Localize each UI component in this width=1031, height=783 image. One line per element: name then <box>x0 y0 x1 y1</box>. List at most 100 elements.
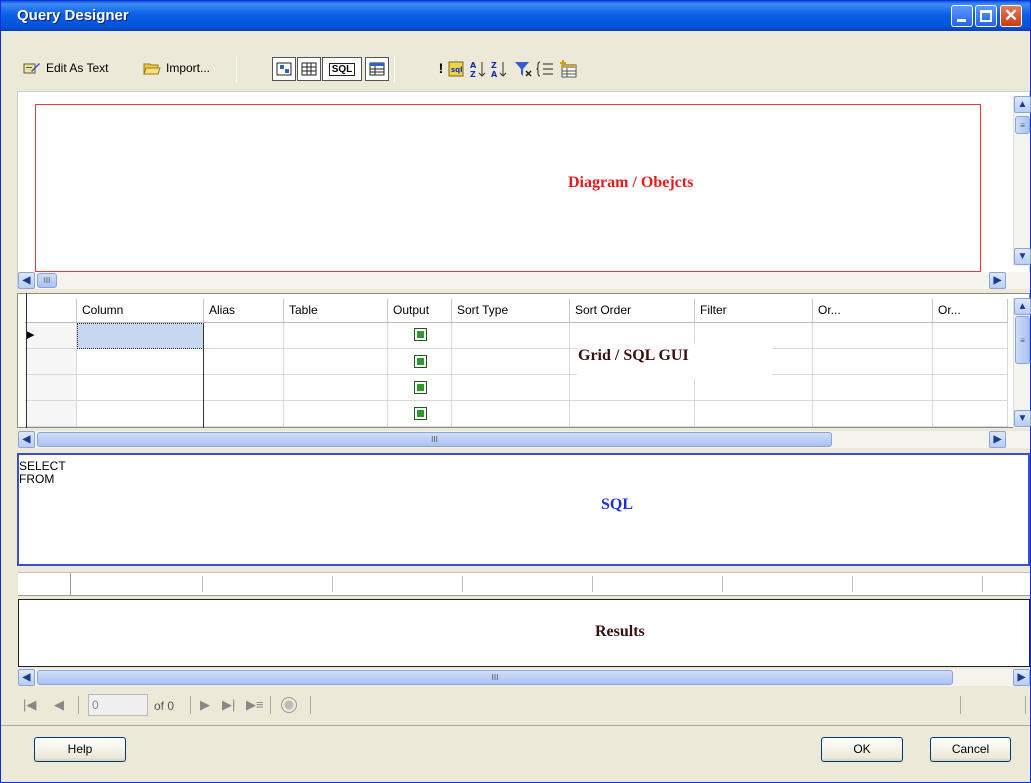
diagram-vertical-scrollbar[interactable]: ▲ ≡ ▼ <box>1013 96 1031 266</box>
first-record-icon[interactable]: |◀ <box>23 697 36 713</box>
grid-cell-alias[interactable] <box>204 349 284 375</box>
sort-ascending-icon[interactable]: A Z <box>468 59 488 79</box>
grid-cell-sort-type[interactable] <box>452 349 570 375</box>
diagram-pane[interactable]: Diagram / Obejcts <box>17 91 1030 289</box>
output-checkbox[interactable] <box>414 407 427 420</box>
next-record-icon[interactable]: ▶ <box>200 697 210 713</box>
svg-text:sql: sql <box>451 66 463 74</box>
grid-header-or-2[interactable]: Or... <box>933 299 1008 323</box>
grid-cell-column[interactable] <box>77 323 204 349</box>
grid-cell-or-1[interactable] <box>813 349 933 375</box>
grid-cell-table[interactable] <box>284 375 388 401</box>
show-results-pane-button[interactable] <box>365 57 389 81</box>
group-by-icon[interactable] <box>536 59 556 79</box>
grid-header-filter[interactable]: Filter <box>695 299 813 323</box>
grid-pane[interactable]: Column Alias Table Output Sort Type Sort… <box>17 293 1030 428</box>
grid-header-alias[interactable]: Alias <box>204 299 284 323</box>
grid-cell-table[interactable] <box>284 323 388 349</box>
minimize-button[interactable] <box>951 5 973 27</box>
sort-descending-icon[interactable]: Z A <box>489 59 509 79</box>
grid-cell-column[interactable] <box>77 401 204 427</box>
row-selector[interactable] <box>25 401 77 427</box>
scrollbar-thumb[interactable]: ≡ <box>1015 116 1030 134</box>
grid-cell-column[interactable] <box>77 375 204 401</box>
grid-cell-or-2[interactable] <box>933 323 1008 349</box>
scroll-left-button[interactable]: ◀ <box>18 272 35 289</box>
sql-pane[interactable]: SELECT FROM SQL <box>17 453 1030 566</box>
results-horizontal-scrollbar[interactable]: ◀ III ▶ <box>18 669 1030 686</box>
diagram-horizontal-scrollbar[interactable]: ◀ III ▶ <box>18 272 1030 289</box>
grid-header-table[interactable]: Table <box>284 299 388 323</box>
scrollbar-thumb[interactable]: III <box>37 670 953 685</box>
scroll-up-button[interactable]: ▲ <box>1014 298 1031 315</box>
scrollbar-thumb[interactable]: III <box>37 273 57 288</box>
grid-header-or-1[interactable]: Or... <box>813 299 933 323</box>
show-sql-pane-button[interactable]: SQL <box>322 57 362 81</box>
grid-header-column[interactable]: Column <box>77 299 204 323</box>
scroll-up-button[interactable]: ▲ <box>1014 96 1031 113</box>
output-checkbox[interactable] <box>414 381 427 394</box>
grid-cell-alias[interactable] <box>204 375 284 401</box>
new-record-icon[interactable]: ▶≡ <box>246 697 264 713</box>
grid-cell-alias[interactable] <box>204 323 284 349</box>
record-number-input[interactable]: 0 <box>88 694 148 716</box>
grid-cell-sort-type[interactable] <box>452 375 570 401</box>
grid-header-sort-type[interactable]: Sort Type <box>452 299 570 323</box>
grid-cell-table[interactable] <box>284 401 388 427</box>
grid-cell-sort-order[interactable] <box>570 401 695 427</box>
scrollbar-thumb[interactable]: ≡ <box>1015 316 1030 364</box>
add-table-icon[interactable] <box>558 59 578 79</box>
scroll-right-button[interactable]: ▶ <box>989 272 1006 289</box>
last-record-icon[interactable]: ▶| <box>222 697 235 713</box>
output-checkbox[interactable] <box>414 328 427 341</box>
grid-cell-output[interactable] <box>388 349 452 375</box>
filter-icon[interactable] <box>513 59 533 79</box>
grid-cell-filter[interactable] <box>695 401 813 427</box>
scroll-right-button[interactable]: ▶ <box>1013 669 1030 686</box>
grid-vertical-scrollbar[interactable]: ▲ ≡ ▼ <box>1013 298 1031 428</box>
grid-cell-column[interactable] <box>77 349 204 375</box>
scroll-left-button[interactable]: ◀ <box>18 431 35 448</box>
scroll-right-button[interactable]: ▶ <box>989 431 1006 448</box>
grid-cell-sort-type[interactable] <box>452 323 570 349</box>
import-button[interactable]: Import... <box>143 57 210 79</box>
row-selector[interactable]: ▶ <box>25 323 77 349</box>
grid-header-output[interactable]: Output <box>388 299 452 323</box>
scroll-down-button[interactable]: ▼ <box>1014 248 1031 265</box>
sql-pane-label: SQL <box>601 496 634 513</box>
ok-button[interactable]: OK <box>821 737 903 762</box>
grid-cell-or-1[interactable] <box>813 375 933 401</box>
grid-horizontal-scrollbar[interactable]: ◀ III ▶ <box>18 431 1030 448</box>
maximize-button[interactable] <box>975 5 997 27</box>
grid-cell-alias[interactable] <box>204 401 284 427</box>
grid-cell-sort-type[interactable] <box>452 401 570 427</box>
title-bar[interactable]: Query Designer ✕ <box>1 1 1030 31</box>
show-grid-pane-button[interactable] <box>297 57 321 81</box>
previous-record-icon[interactable]: ◀ <box>54 697 64 713</box>
help-button[interactable]: Help <box>34 737 126 762</box>
grid-cell-or-1[interactable] <box>813 323 933 349</box>
grid-cell-or-2[interactable] <box>933 401 1008 427</box>
cancel-button[interactable]: Cancel <box>930 737 1011 762</box>
scrollbar-thumb[interactable]: III <box>37 432 832 447</box>
grid-cell-or-2[interactable] <box>933 349 1008 375</box>
verify-sql-icon[interactable]: sql <box>447 59 467 79</box>
show-diagram-pane-button[interactable] <box>272 57 296 81</box>
scroll-left-button[interactable]: ◀ <box>18 669 35 686</box>
edit-as-text-button[interactable]: Edit As Text <box>23 57 108 79</box>
grid-cell-or-1[interactable] <box>813 401 933 427</box>
stop-icon[interactable] <box>280 696 298 717</box>
close-button[interactable]: ✕ <box>1000 5 1022 27</box>
row-selector[interactable] <box>25 349 77 375</box>
grid-cell-table[interactable] <box>284 349 388 375</box>
grid-cell-output[interactable] <box>388 323 452 349</box>
output-checkbox[interactable] <box>414 355 427 368</box>
grid-cell-output[interactable] <box>388 401 452 427</box>
grid-cell-or-2[interactable] <box>933 375 1008 401</box>
svg-text:A: A <box>491 70 498 79</box>
grid-cell-output[interactable] <box>388 375 452 401</box>
grid-header-sort-order[interactable]: Sort Order <box>570 299 695 323</box>
scroll-down-button[interactable]: ▼ <box>1014 410 1031 427</box>
row-selector[interactable] <box>25 375 77 401</box>
results-pane[interactable]: Results <box>18 599 1030 667</box>
